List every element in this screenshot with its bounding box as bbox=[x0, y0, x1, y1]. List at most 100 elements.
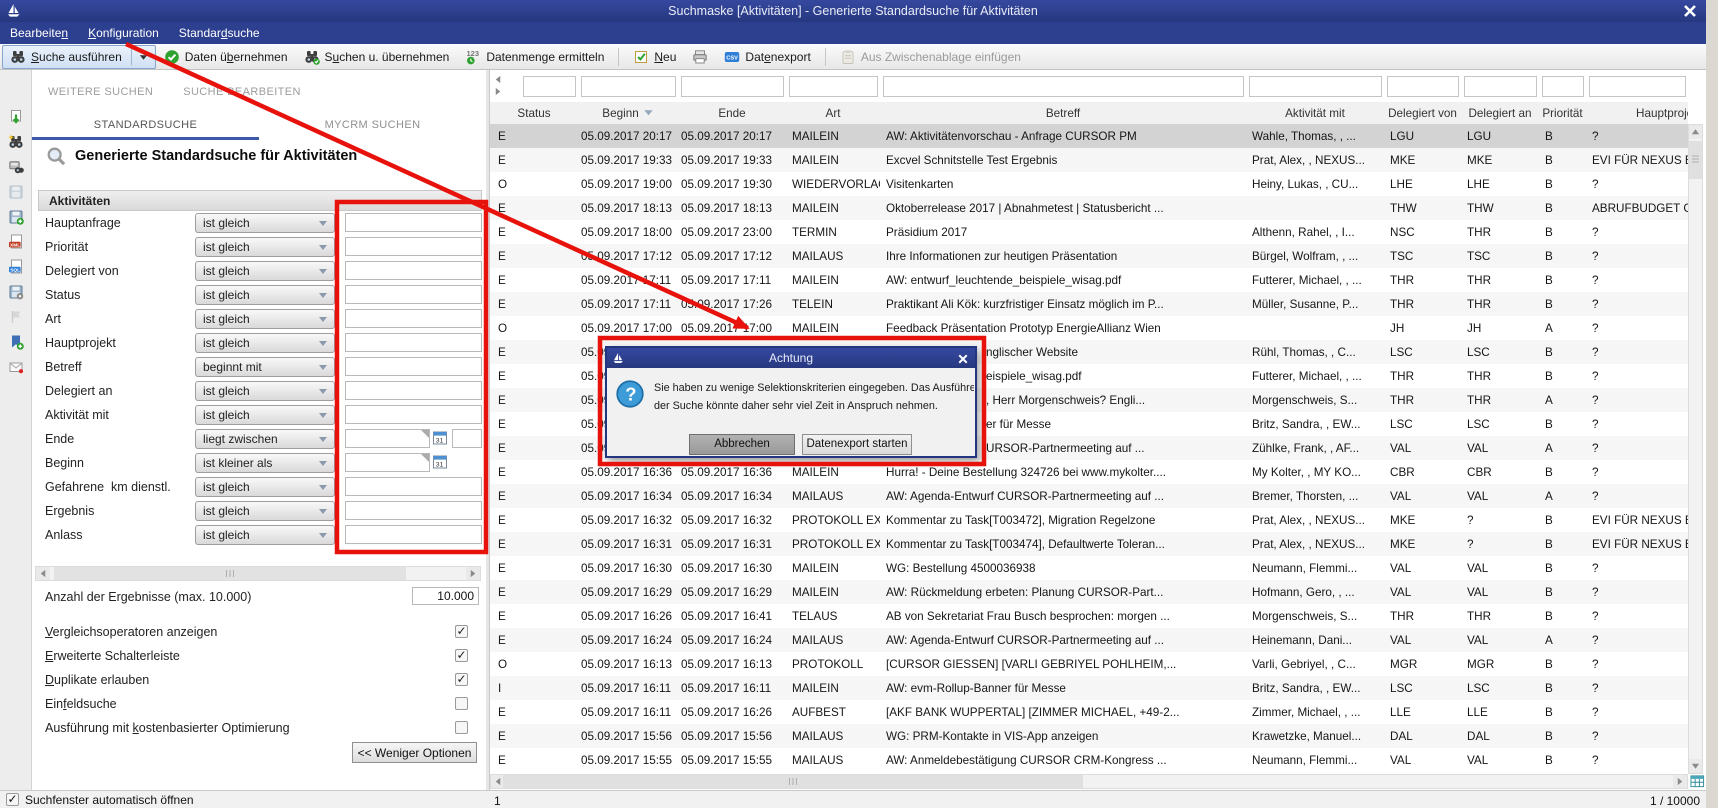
table-row[interactable]: E05.09.2017 16:2405.09.2017 16:24MAILAUS… bbox=[490, 628, 1688, 652]
value-input-betreff[interactable] bbox=[345, 357, 482, 376]
column-filter-input-delegiert-an[interactable] bbox=[1464, 76, 1537, 97]
column-filter-input-hauptprojekt[interactable] bbox=[1589, 76, 1686, 97]
operator-select-delegiert-von[interactable]: ist gleich bbox=[195, 261, 335, 281]
operator-select-aktivitaet-mit[interactable]: ist gleich bbox=[195, 405, 335, 425]
operator-select-betreff[interactable]: beginnt mit bbox=[195, 357, 335, 377]
value-input-2-ende[interactable] bbox=[452, 429, 482, 448]
results-limit-input[interactable]: 10.000 bbox=[412, 587, 479, 605]
table-row[interactable]: E05.09.2017 17:1205.09.2017 17:12MAILAUS… bbox=[490, 244, 1688, 268]
operator-select-hauptprojekt[interactable]: ist gleich bbox=[195, 333, 335, 353]
table-row[interactable]: E05.09.2017 18:1305.09.2017 18:13MAILEIN… bbox=[490, 196, 1688, 220]
operator-select-ergebnis[interactable]: ist gleich bbox=[195, 501, 335, 521]
column-filter-input-prioritaet[interactable] bbox=[1542, 76, 1584, 97]
value-input-gefahrene-km-dienstl[interactable] bbox=[345, 477, 482, 496]
rail-button-save-add[interactable] bbox=[7, 208, 25, 226]
rail-button-xml-export[interactable]: XML bbox=[7, 233, 25, 251]
rail-button-save[interactable] bbox=[7, 183, 25, 201]
column-header-ende[interactable]: Ende bbox=[678, 102, 786, 124]
scrollbar-thumb[interactable] bbox=[503, 775, 1083, 788]
operator-select-delegiert-an[interactable]: ist gleich bbox=[195, 381, 335, 401]
operator-select-hauptanfrage[interactable]: ist gleich bbox=[195, 213, 335, 233]
operator-select-anlass[interactable]: ist gleich bbox=[195, 525, 335, 545]
scroll-left-icon[interactable] bbox=[494, 76, 502, 87]
table-row[interactable]: E05.09.2017 16:1105.09.2017 16:26AUFBEST… bbox=[490, 700, 1688, 724]
table-row[interactable]: E05.09.2017 19:3305.09.2017 19:33MAILEIN… bbox=[490, 148, 1688, 172]
table-row[interactable]: E05.09.2017 16:3005.09.2017 16:30MAILEIN… bbox=[490, 556, 1688, 580]
column-header-delegiert-an[interactable]: Delegiert an bbox=[1461, 102, 1539, 124]
scroll-up-icon[interactable] bbox=[1689, 125, 1702, 139]
operator-select-prioritaet[interactable]: ist gleich bbox=[195, 237, 335, 257]
chevron-down-icon[interactable] bbox=[139, 50, 148, 64]
menu-item-konfiguration[interactable]: Konfiguration bbox=[78, 22, 169, 44]
checkbox-ausfuehrung-mit-kostenbasierter-optimierung[interactable] bbox=[455, 721, 468, 734]
value-input-ergebnis[interactable] bbox=[345, 501, 482, 520]
checkbox-duplikate-erlauben[interactable]: ✓ bbox=[455, 673, 468, 686]
rail-button-import-search[interactable] bbox=[7, 108, 25, 126]
column-header-prioritaet[interactable]: Priorität bbox=[1539, 102, 1586, 124]
calendar-button[interactable]: 31 bbox=[432, 454, 448, 470]
toolbar-button-printer-icon[interactable] bbox=[684, 45, 716, 69]
table-row[interactable]: E05.09.2017 16:2905.09.2017 16:29MAILEIN… bbox=[490, 580, 1688, 604]
scroll-right-icon[interactable] bbox=[494, 88, 502, 99]
column-header-beginn[interactable]: Beginn bbox=[578, 102, 678, 124]
operator-select-gefahrene-km-dienstl[interactable]: ist gleich bbox=[195, 477, 335, 497]
column-filter-input-beginn[interactable] bbox=[581, 76, 676, 97]
value-input-anlass[interactable] bbox=[345, 525, 482, 544]
table-row[interactable]: E05.09.2017 16:3605.09.2017 16:36MAILEIN… bbox=[490, 460, 1688, 484]
toolbar-button-daten-uebernehmen[interactable]: Daten übernehmen bbox=[156, 45, 296, 69]
table-row[interactable]: O05.09.2017 17:0005.09.2017 17:00MAILEIN… bbox=[490, 316, 1688, 340]
operator-select-art[interactable]: ist gleich bbox=[195, 309, 335, 329]
scrollbar-thumb[interactable] bbox=[1689, 141, 1702, 179]
operator-select-ende[interactable]: liegt zwischen bbox=[195, 429, 335, 449]
column-header-art[interactable]: Art bbox=[786, 102, 880, 124]
scroll-left-icon[interactable] bbox=[36, 567, 50, 580]
table-row[interactable]: E05.09.2017 20:1705.09.2017 20:17MAILEIN… bbox=[490, 124, 1688, 148]
value-input-hauptanfrage[interactable] bbox=[345, 213, 482, 232]
column-header-aktivitaet-mit[interactable]: Aktivität mit bbox=[1246, 102, 1384, 124]
toolbar-button-suchen-u-uebernehmen[interactable]: Suchen u. übernehmen bbox=[296, 45, 458, 69]
table-row[interactable]: O05.09.2017 16:1305.09.2017 16:13PROTOKO… bbox=[490, 652, 1688, 676]
rail-button-search-device[interactable] bbox=[7, 158, 25, 176]
value-input-delegiert-von[interactable] bbox=[345, 261, 482, 280]
operator-select-beginn[interactable]: ist kleiner als bbox=[195, 453, 335, 473]
scroll-right-icon[interactable] bbox=[466, 567, 480, 580]
window-close-button[interactable] bbox=[1682, 3, 1698, 19]
rail-button-new-search[interactable] bbox=[7, 133, 25, 151]
tab-mycrm-suchen[interactable]: MYCRM SUCHEN bbox=[259, 114, 486, 140]
table-row[interactable]: E05.09.2017 15:5505.09.2017 15:55MAILAUS… bbox=[490, 748, 1688, 772]
rail-button-save-settings[interactable] bbox=[7, 283, 25, 301]
less-options-button[interactable]: << Weniger Optionen bbox=[352, 742, 477, 763]
menu-item-standardsuche[interactable]: Standardsuche bbox=[169, 22, 270, 44]
rail-button-sql-export[interactable]: SQL bbox=[7, 258, 25, 276]
value-input-art[interactable] bbox=[345, 309, 482, 328]
checkbox-einfeldsuche[interactable] bbox=[455, 697, 468, 710]
tab-suche-bearbeiten[interactable]: SUCHE BEARBEITEN bbox=[183, 86, 301, 98]
column-header-status[interactable]: Status bbox=[490, 102, 578, 124]
value-input-status[interactable] bbox=[345, 285, 482, 304]
column-filter-input-delegiert-von[interactable] bbox=[1387, 76, 1459, 97]
table-row[interactable]: E05.09.2017 17:1105.09.2017 17:26TELEINP… bbox=[490, 292, 1688, 316]
value-input-ende[interactable] bbox=[345, 429, 430, 448]
toolbar-button-neu[interactable]: Neu bbox=[625, 45, 684, 69]
toolbar-button-aus-zwischenablage-einfuegen[interactable]: Aus Zwischenablage einfügen bbox=[832, 45, 1029, 69]
rail-button-flag[interactable] bbox=[7, 308, 25, 326]
horizontal-scrollbar[interactable] bbox=[490, 774, 1688, 789]
panel-horizontal-scrollbar[interactable] bbox=[35, 566, 481, 581]
abort-button[interactable]: Abbrechen bbox=[689, 434, 795, 455]
value-input-beginn[interactable] bbox=[345, 453, 430, 472]
table-row[interactable]: E05.09.2017 16:3405.09.2017 16:34MAILAUS… bbox=[490, 484, 1688, 508]
auto-open-checkbox[interactable]: ✓ bbox=[6, 793, 19, 806]
value-input-delegiert-an[interactable] bbox=[345, 381, 482, 400]
column-header-hauptprojekt[interactable]: Hauptprojekt bbox=[1586, 102, 1688, 124]
table-row[interactable]: E05.09.2017 16:3105.09.2017 16:31PROTOKO… bbox=[490, 532, 1688, 556]
dialog-close-button[interactable] bbox=[957, 352, 969, 364]
vertical-scrollbar[interactable] bbox=[1688, 124, 1703, 774]
toolbar-button-datenexport[interactable]: CSVDatenexport bbox=[716, 45, 818, 69]
value-input-aktivitaet-mit[interactable] bbox=[345, 405, 482, 424]
table-row[interactable]: E05.09.2017 16:3205.09.2017 16:32PROTOKO… bbox=[490, 508, 1688, 532]
toolbar-button-suche-ausfuehren[interactable]: Suche ausführen bbox=[2, 45, 156, 69]
tab-weitere-suchen[interactable]: WEITERE SUCHEN bbox=[48, 86, 153, 98]
scroll-right-icon[interactable] bbox=[1673, 775, 1687, 788]
tab-standardsuche[interactable]: STANDARDSUCHE bbox=[32, 114, 259, 140]
column-filter-input-ende[interactable] bbox=[681, 76, 784, 97]
